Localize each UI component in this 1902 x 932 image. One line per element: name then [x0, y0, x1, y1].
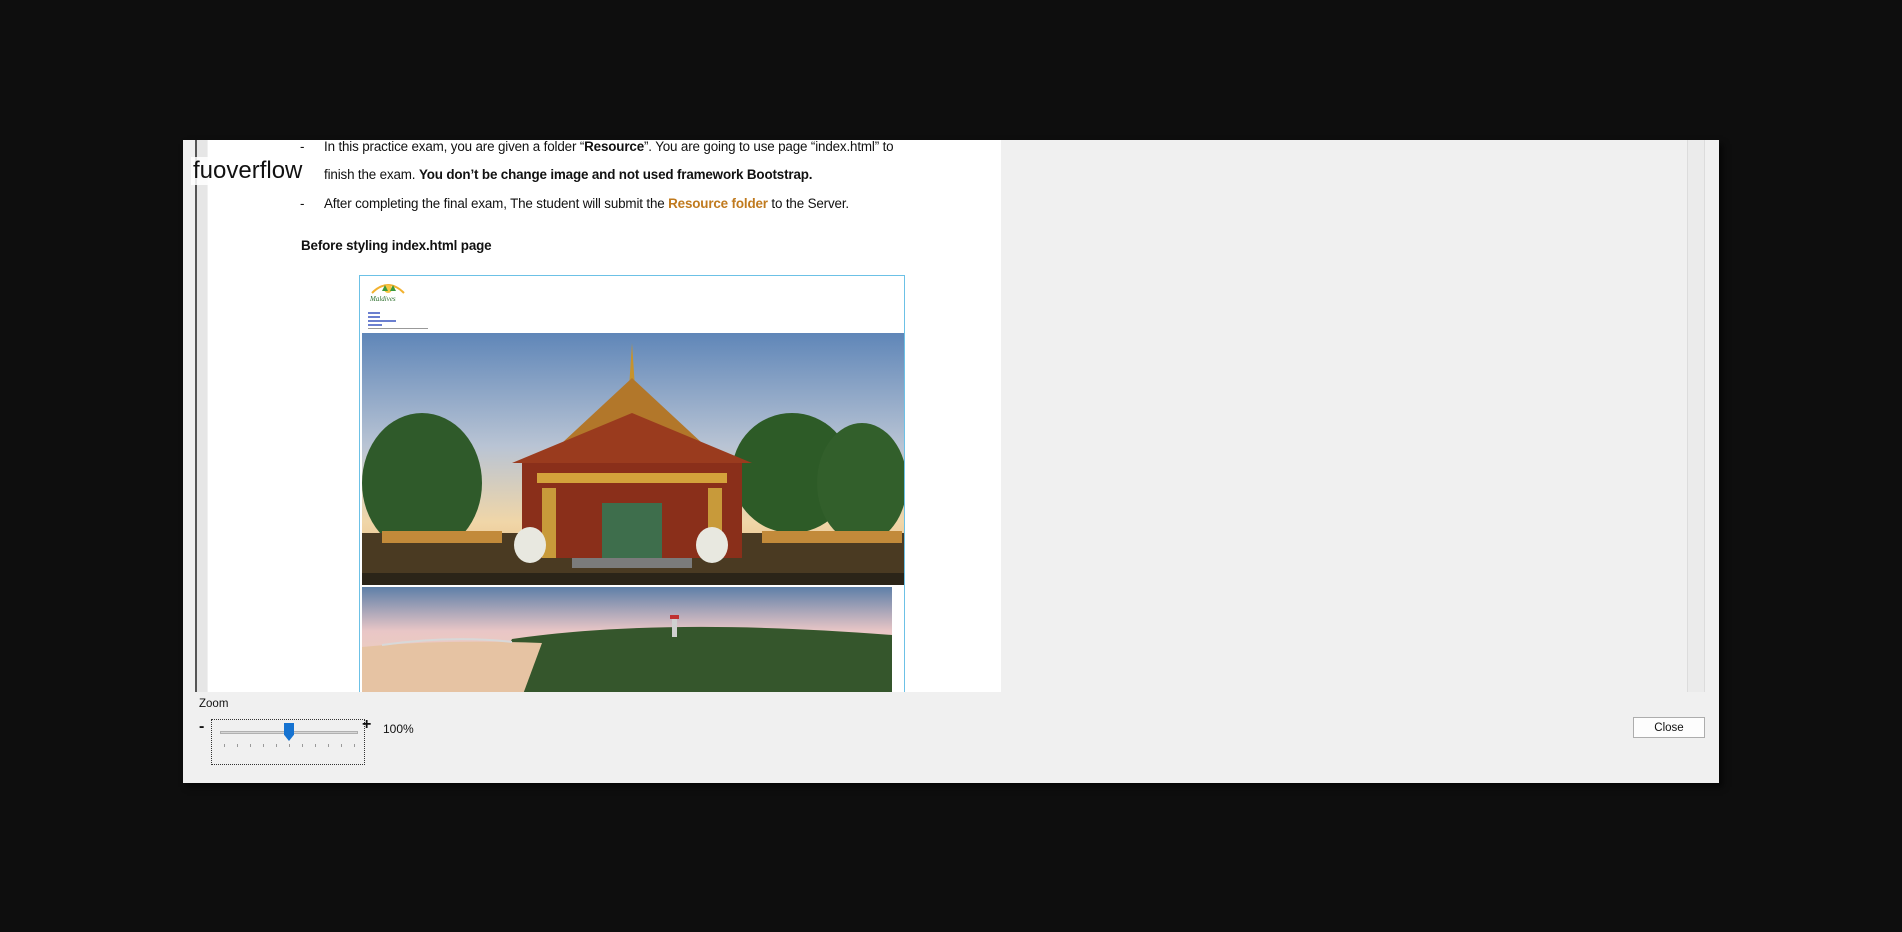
- zoom-slider-ticks: [224, 744, 355, 748]
- zoom-slider-tick: [276, 744, 277, 747]
- section-heading: Before styling index.html page: [301, 238, 492, 253]
- zoom-slider-tick: [224, 744, 225, 747]
- zoom-panel: Zoom - + 100% Close: [183, 692, 1719, 783]
- maldives-logo-icon: Maldives: [369, 284, 405, 303]
- watermark-label: fuoverflow: [191, 157, 305, 185]
- screenshot-nav-list: [368, 310, 428, 331]
- zoom-out-icon[interactable]: -: [199, 718, 204, 736]
- zoom-percentage: 100%: [383, 722, 414, 736]
- zoom-slider-tick: [250, 744, 251, 747]
- zoom-slider-tick: [302, 744, 303, 747]
- website-screenshot: Maldives: [359, 275, 905, 692]
- zoom-slider-tick: [341, 744, 342, 747]
- zoom-label: Zoom: [199, 698, 229, 710]
- vertical-scrollbar[interactable]: [1687, 140, 1705, 692]
- image-viewer-window: - In this practice exam, you are given a…: [183, 140, 1719, 783]
- zoom-slider-tick: [237, 744, 238, 747]
- bullet-1-line-1: In this practice exam, you are given a f…: [324, 140, 894, 154]
- image-viewport[interactable]: - In this practice exam, you are given a…: [183, 140, 1719, 692]
- zoom-slider[interactable]: [211, 719, 365, 765]
- zoom-slider-thumb[interactable]: [284, 723, 294, 741]
- temple-image: [362, 333, 904, 585]
- zoom-slider-tick: [289, 744, 290, 747]
- document-page: - In this practice exam, you are given a…: [208, 140, 1001, 692]
- zoom-slider-tick: [354, 744, 355, 747]
- bullet-2: After completing the final exam, The stu…: [324, 196, 849, 211]
- bullet-1-line-2: finish the exam. You don’t be change ima…: [324, 167, 813, 182]
- svg-text:Maldives: Maldives: [369, 295, 396, 303]
- screenshot-header: Maldives: [360, 276, 904, 334]
- harbor-image: [362, 587, 892, 692]
- bullet-dash: -: [300, 196, 305, 211]
- zoom-slider-tick: [315, 744, 316, 747]
- bullet-dash: -: [300, 140, 305, 154]
- zoom-slider-tick: [263, 744, 264, 747]
- zoom-in-icon[interactable]: +: [362, 716, 371, 734]
- left-margin-rule: [195, 140, 207, 692]
- zoom-slider-tick: [328, 744, 329, 747]
- close-button[interactable]: Close: [1633, 717, 1705, 738]
